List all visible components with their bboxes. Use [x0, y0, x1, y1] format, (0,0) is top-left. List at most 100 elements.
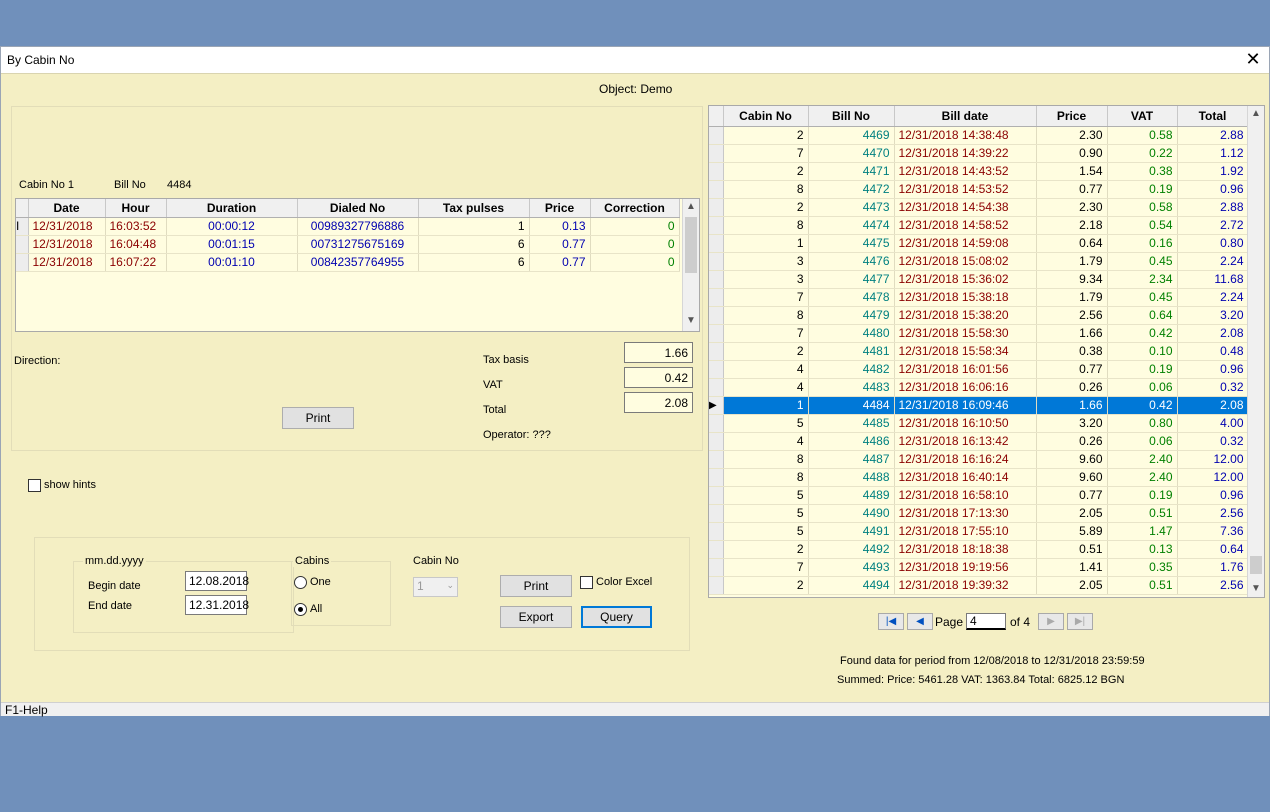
bill-total: 2.24	[1177, 288, 1249, 307]
table-row[interactable]: 2 4494 12/31/2018 19:39:32 2.05 0.51 2.56	[709, 576, 1249, 595]
col-bill-no[interactable]: Bill No	[808, 106, 895, 127]
begin-date-input[interactable]: 12.08.2018	[185, 571, 249, 591]
table-row[interactable]: 12/31/2018 16:04:48 00:01:15 00731275675…	[16, 235, 680, 254]
table-row[interactable]: I 12/31/2018 16:03:52 00:00:12 009893277…	[16, 217, 680, 236]
row-indicator	[709, 558, 724, 577]
col-dialed-no[interactable]: Dialed No	[297, 199, 419, 218]
scroll-down-icon[interactable]: ▼	[1248, 581, 1264, 597]
table-row[interactable]: 2 4469 12/31/2018 14:38:48 2.30 0.58 2.88	[709, 126, 1249, 145]
table-row[interactable]: 7 4480 12/31/2018 15:58:30 1.66 0.42 2.08	[709, 324, 1249, 343]
col-total[interactable]: Total	[1177, 106, 1249, 127]
bill-cabin-no: 4	[723, 360, 809, 379]
bill-cabin-no: 8	[723, 306, 809, 325]
table-row[interactable]: 7 4493 12/31/2018 19:19:56 1.41 0.35 1.76	[709, 558, 1249, 577]
bills-scrollbar[interactable]: ▲ ▼	[1247, 106, 1264, 597]
col-cabin-no[interactable]: Cabin No	[723, 106, 809, 127]
bill-date: 12/31/2018 16:06:16	[894, 378, 1037, 397]
page-input[interactable]: 4	[966, 613, 1006, 630]
col-price[interactable]: Price	[1036, 106, 1108, 127]
table-row[interactable]: 8 4488 12/31/2018 16:40:14 9.60 2.40 12.00	[709, 468, 1249, 487]
first-page-icon[interactable]: |◀	[878, 613, 904, 630]
bill-no: 4487	[808, 450, 895, 469]
col-price[interactable]: Price	[529, 199, 591, 218]
col-correction[interactable]: Correction	[590, 199, 680, 218]
table-row[interactable]: 5 4485 12/31/2018 16:10:50 3.20 0.80 4.00	[709, 414, 1249, 433]
bill-price: 1.41	[1036, 558, 1108, 577]
cabin-no-select-value: 1	[417, 579, 424, 593]
export-button[interactable]: Export	[500, 606, 572, 628]
row-indicator	[709, 432, 724, 451]
grid-indicator-header	[709, 106, 724, 127]
bill-cabin-no: 2	[723, 576, 809, 595]
bill-date: 12/31/2018 15:58:30	[894, 324, 1037, 343]
table-row[interactable]: 5 4489 12/31/2018 16:58:10 0.77 0.19 0.96	[709, 486, 1249, 505]
cabin-no-select[interactable]: 1 ⌄	[413, 577, 458, 597]
bill-no: 4485	[808, 414, 895, 433]
detail-print-button[interactable]: Print	[282, 407, 354, 429]
bill-no: 4482	[808, 360, 895, 379]
bill-cabin-no: 5	[723, 414, 809, 433]
scroll-thumb[interactable]	[1250, 556, 1262, 574]
show-hints-checkbox[interactable]	[28, 479, 41, 492]
table-row[interactable]: 12/31/2018 16:07:22 00:01:10 00842357764…	[16, 253, 680, 272]
begin-date-label: Begin date	[88, 580, 141, 592]
col-date[interactable]: Date	[28, 199, 106, 218]
col-vat[interactable]: VAT	[1107, 106, 1178, 127]
bill-total: 0.48	[1177, 342, 1249, 361]
bill-date: 12/31/2018 14:38:48	[894, 126, 1037, 145]
table-row[interactable]: 5 4490 12/31/2018 17:13:30 2.05 0.51 2.56	[709, 504, 1249, 523]
bill-vat: 0.80	[1107, 414, 1178, 433]
query-button[interactable]: Query	[581, 606, 652, 628]
table-row[interactable]: 3 4476 12/31/2018 15:08:02 1.79 0.45 2.24	[709, 252, 1249, 271]
cabins-all-radio[interactable]	[294, 603, 307, 616]
table-row[interactable]: 2 4473 12/31/2018 14:54:38 2.30 0.58 2.88	[709, 198, 1249, 217]
scroll-up-icon[interactable]: ▲	[683, 199, 699, 215]
bill-price: 1.54	[1036, 162, 1108, 181]
calls-grid[interactable]: Date Hour Duration Dialed No Tax pulses …	[15, 198, 700, 332]
bill-date: 12/31/2018 14:54:38	[894, 198, 1037, 217]
table-row[interactable]: 8 4472 12/31/2018 14:53:52 0.77 0.19 0.96	[709, 180, 1249, 199]
scroll-down-icon[interactable]: ▼	[683, 313, 699, 329]
bill-price: 0.90	[1036, 144, 1108, 163]
table-row[interactable]: 8 4474 12/31/2018 14:58:52 2.18 0.54 2.72	[709, 216, 1249, 235]
table-row[interactable]: 3 4477 12/31/2018 15:36:02 9.34 2.34 11.68	[709, 270, 1249, 289]
cabins-one-radio[interactable]	[294, 576, 307, 589]
bill-cabin-no: 5	[723, 522, 809, 541]
table-row[interactable]: 2 4471 12/31/2018 14:43:52 1.54 0.38 1.92	[709, 162, 1249, 181]
close-icon[interactable]: ✕	[1244, 50, 1262, 68]
table-row[interactable]: 4 4483 12/31/2018 16:06:16 0.26 0.06 0.32	[709, 378, 1249, 397]
call-date: 12/31/2018	[28, 217, 106, 236]
col-tax-pulses[interactable]: Tax pulses	[418, 199, 530, 218]
table-row[interactable]: 8 4479 12/31/2018 15:38:20 2.56 0.64 3.20	[709, 306, 1249, 325]
table-row[interactable]: ▶ 1 4484 12/31/2018 16:09:46 1.66 0.42 2.08	[709, 396, 1249, 415]
calls-scrollbar[interactable]: ▲ ▼	[682, 199, 699, 331]
last-page-icon[interactable]: ▶|	[1067, 613, 1093, 630]
table-row[interactable]: 8 4487 12/31/2018 16:16:24 9.60 2.40 12.00	[709, 450, 1249, 469]
bill-no: 4479	[808, 306, 895, 325]
table-row[interactable]: 2 4492 12/31/2018 18:18:38 0.51 0.13 0.64	[709, 540, 1249, 559]
bill-total: 2.08	[1177, 324, 1249, 343]
filter-print-button[interactable]: Print	[500, 575, 572, 597]
bill-vat: 2.40	[1107, 468, 1178, 487]
table-row[interactable]: 5 4491 12/31/2018 17:55:10 5.89 1.47 7.36	[709, 522, 1249, 541]
table-row[interactable]: 7 4470 12/31/2018 14:39:22 0.90 0.22 1.12	[709, 144, 1249, 163]
bills-grid[interactable]: Cabin No Bill No Bill date Price VAT Tot…	[708, 105, 1265, 598]
prev-page-icon[interactable]: ◀	[907, 613, 933, 630]
table-row[interactable]: 4 4486 12/31/2018 16:13:42 0.26 0.06 0.32	[709, 432, 1249, 451]
scroll-up-icon[interactable]: ▲	[1248, 106, 1264, 122]
row-indicator	[709, 360, 724, 379]
table-row[interactable]: 7 4478 12/31/2018 15:38:18 1.79 0.45 2.24	[709, 288, 1249, 307]
bill-no: 4494	[808, 576, 895, 595]
bill-no-value: 4484	[167, 179, 192, 191]
table-row[interactable]: 1 4475 12/31/2018 14:59:08 0.64 0.16 0.80	[709, 234, 1249, 253]
table-row[interactable]: 4 4482 12/31/2018 16:01:56 0.77 0.19 0.96	[709, 360, 1249, 379]
table-row[interactable]: 2 4481 12/31/2018 15:58:34 0.38 0.10 0.48	[709, 342, 1249, 361]
color-excel-checkbox[interactable]	[580, 576, 593, 589]
bill-cabin-no: 2	[723, 126, 809, 145]
scroll-thumb[interactable]	[685, 217, 697, 273]
next-page-icon[interactable]: ▶	[1038, 613, 1064, 630]
end-date-input[interactable]: 12.31.2018	[185, 595, 249, 615]
col-bill-date[interactable]: Bill date	[894, 106, 1037, 127]
col-hour[interactable]: Hour	[105, 199, 167, 218]
col-duration[interactable]: Duration	[166, 199, 298, 218]
